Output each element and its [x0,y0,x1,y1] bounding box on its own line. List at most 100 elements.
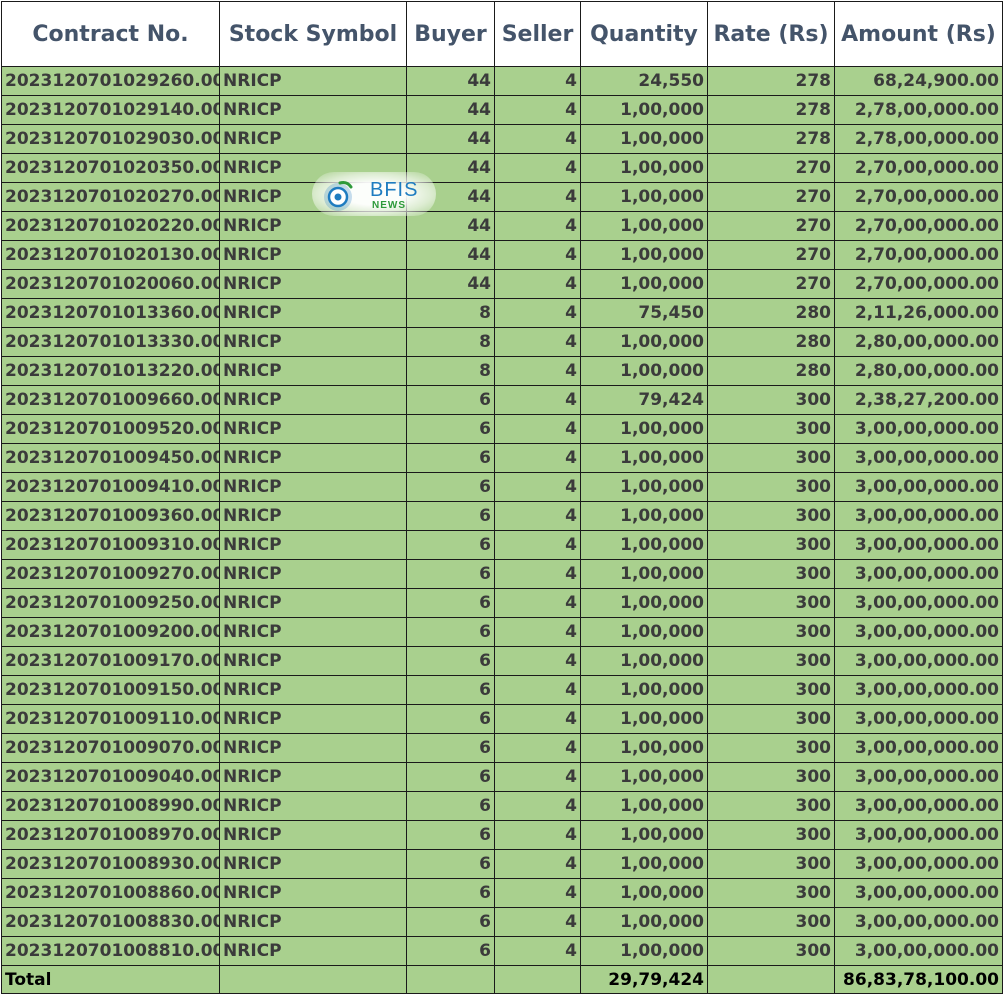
total-row: Total 29,79,424 86,83,78,100.00 [1,965,1003,994]
table-row: 2023120701020060.00 NRICP 44 4 1,00,000 270 2,… [1,269,1003,299]
cell-amount: 3,00,00,000.00 [834,501,1003,531]
table-row: 2023120701013220.00 NRICP 8 4 1,00,000 280 2,8… [1,356,1003,386]
total-label: Total [1,965,220,994]
cell-seller: 4 [494,733,581,763]
cell-buyer: 6 [406,385,495,415]
cell-contract-no: 2023120701029140.00 [1,95,220,125]
cell-stock-symbol: NRICP [219,124,407,154]
cell-rate: 300 [707,501,835,531]
cell-quantity: 1,00,000 [580,646,708,676]
contracts-table: Contract No. Stock Symbol Buyer Seller Q… [1,1,1003,994]
cell-quantity: 1,00,000 [580,95,708,125]
cell-quantity: 1,00,000 [580,501,708,531]
cell-quantity: 1,00,000 [580,211,708,241]
cell-quantity: 1,00,000 [580,762,708,792]
cell-rate: 300 [707,849,835,879]
total-empty-rate [707,965,835,994]
cell-seller: 4 [494,936,581,966]
cell-contract-no: 2023120701008810.00 [1,936,220,966]
cell-buyer: 44 [406,240,495,270]
cell-seller: 4 [494,327,581,357]
cell-contract-no: 2023120701009660.00 [1,385,220,415]
cell-seller: 4 [494,646,581,676]
cell-buyer: 6 [406,617,495,647]
cell-stock-symbol: NRICP [219,182,407,212]
cell-buyer: 8 [406,356,495,386]
table-row: 2023120701029140.00 NRICP 44 4 1,00,000 278 2,… [1,95,1003,125]
cell-stock-symbol: NRICP [219,327,407,357]
cell-contract-no: 2023120701029260.00 [1,66,220,96]
cell-rate: 300 [707,878,835,908]
cell-stock-symbol: NRICP [219,762,407,792]
table-row: 2023120701013330.00 NRICP 8 4 1,00,000 280 2,8… [1,327,1003,357]
cell-seller: 4 [494,153,581,183]
table-row: 2023120701008830.00 NRICP 6 4 1,00,000 300 3,0… [1,907,1003,937]
cell-seller: 4 [494,588,581,618]
cell-quantity: 1,00,000 [580,820,708,850]
cell-stock-symbol: NRICP [219,153,407,183]
cell-quantity: 79,424 [580,385,708,415]
cell-quantity: 1,00,000 [580,733,708,763]
cell-contract-no: 2023120701008970.00 [1,820,220,850]
cell-seller: 4 [494,66,581,96]
cell-contract-no: 2023120701009170.00 [1,646,220,676]
cell-contract-no: 2023120701013220.00 [1,356,220,386]
cell-amount: 3,00,00,000.00 [834,849,1003,879]
cell-rate: 280 [707,327,835,357]
cell-seller: 4 [494,559,581,589]
cell-rate: 280 [707,356,835,386]
cell-rate: 270 [707,211,835,241]
cell-amount: 2,70,00,000.00 [834,182,1003,212]
table-row: 2023120701009520.00 NRICP 6 4 1,00,000 300 3,0… [1,414,1003,444]
table-row: 2023120701020350.00 NRICP 44 4 1,00,000 270 2,… [1,153,1003,183]
cell-contract-no: 2023120701009150.00 [1,675,220,705]
cell-quantity: 1,00,000 [580,414,708,444]
cell-contract-no: 2023120701009450.00 [1,443,220,473]
cell-buyer: 44 [406,269,495,299]
table-row: 2023120701008930.00 NRICP 6 4 1,00,000 300 3,0… [1,849,1003,879]
header-buyer: Buyer [406,1,495,67]
cell-rate: 278 [707,124,835,154]
cell-contract-no: 2023120701009520.00 [1,414,220,444]
cell-amount: 3,00,00,000.00 [834,704,1003,734]
cell-contract-no: 2023120701009250.00 [1,588,220,618]
cell-buyer: 6 [406,414,495,444]
cell-contract-no: 2023120701008990.00 [1,791,220,821]
cell-contract-no: 2023120701008860.00 [1,878,220,908]
cell-quantity: 1,00,000 [580,356,708,386]
cell-stock-symbol: NRICP [219,95,407,125]
cell-buyer: 6 [406,704,495,734]
cell-rate: 300 [707,414,835,444]
cell-stock-symbol: NRICP [219,791,407,821]
cell-stock-symbol: NRICP [219,617,407,647]
cell-amount: 3,00,00,000.00 [834,936,1003,966]
cell-quantity: 1,00,000 [580,124,708,154]
cell-amount: 3,00,00,000.00 [834,617,1003,647]
cell-seller: 4 [494,95,581,125]
total-quantity: 29,79,424 [580,965,708,994]
cell-contract-no: 2023120701020270.00 [1,182,220,212]
table-row: 2023120701013360.00 NRICP 8 4 75,450 280 2,11,… [1,298,1003,328]
cell-buyer: 44 [406,124,495,154]
cell-stock-symbol: NRICP [219,356,407,386]
cell-stock-symbol: NRICP [219,936,407,966]
cell-seller: 4 [494,124,581,154]
cell-contract-no: 2023120701020350.00 [1,153,220,183]
cell-buyer: 6 [406,559,495,589]
cell-seller: 4 [494,240,581,270]
cell-quantity: 24,550 [580,66,708,96]
cell-stock-symbol: NRICP [219,211,407,241]
table-body: 2023120701029260.00 NRICP 44 4 24,550 278 68,2… [1,66,1003,966]
cell-amount: 3,00,00,000.00 [834,443,1003,473]
cell-contract-no: 2023120701029030.00 [1,124,220,154]
cell-rate: 300 [707,443,835,473]
cell-stock-symbol: NRICP [219,472,407,502]
table-row: 2023120701009410.00 NRICP 6 4 1,00,000 300 3,0… [1,472,1003,502]
cell-buyer: 6 [406,849,495,879]
cell-rate: 280 [707,298,835,328]
cell-quantity: 1,00,000 [580,472,708,502]
header-rate: Rate (Rs) [707,1,835,67]
table-row: 2023120701009170.00 NRICP 6 4 1,00,000 300 3,0… [1,646,1003,676]
cell-rate: 300 [707,588,835,618]
cell-contract-no: 2023120701009070.00 [1,733,220,763]
